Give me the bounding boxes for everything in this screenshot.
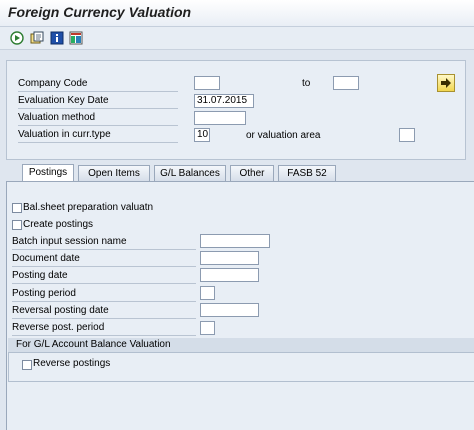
reversal-posting-date-input[interactable] bbox=[200, 303, 259, 317]
tab-fasb-52-label: FASB 52 bbox=[287, 168, 327, 179]
batch-session-name-input[interactable] bbox=[200, 234, 270, 248]
balsheet-prep-checkbox[interactable] bbox=[12, 203, 22, 213]
valuation-curr-type-label: Valuation in curr.type bbox=[18, 128, 178, 143]
execute-icon[interactable] bbox=[10, 31, 24, 45]
reverse-post-period-input[interactable] bbox=[200, 321, 215, 335]
tab-open-items[interactable]: Open Items bbox=[78, 165, 150, 181]
tab-postings[interactable]: Postings bbox=[22, 164, 74, 181]
gl-balance-group-title: For G/L Account Balance Valuation bbox=[16, 339, 171, 350]
tab-other[interactable]: Other bbox=[230, 165, 274, 181]
company-code-to-label: to bbox=[302, 78, 311, 89]
posting-period-input[interactable] bbox=[200, 286, 215, 300]
info-icon[interactable] bbox=[50, 31, 64, 45]
posting-date-input[interactable] bbox=[200, 268, 259, 282]
company-code-label: Company Code bbox=[18, 77, 178, 92]
reversal-posting-date-label: Reversal posting date bbox=[12, 304, 196, 319]
valuation-method-label: Valuation method bbox=[18, 111, 178, 126]
tab-other-label: Other bbox=[239, 168, 265, 179]
tab-fasb-52[interactable]: FASB 52 bbox=[278, 165, 336, 181]
reverse-postings-label: Reverse postings bbox=[33, 358, 111, 369]
posting-period-label: Posting period bbox=[12, 287, 196, 302]
valuation-area-label: or valuation area bbox=[246, 130, 321, 141]
multiple-selection-button[interactable] bbox=[437, 74, 455, 92]
balsheet-prep-label: Bal.sheet preparation valuatn bbox=[23, 202, 154, 213]
batch-session-name-label: Batch input session name bbox=[12, 235, 196, 250]
document-date-label: Document date bbox=[12, 252, 196, 267]
company-code-input[interactable] bbox=[194, 76, 220, 90]
tab-gl-balances-label: G/L Balances bbox=[160, 168, 220, 179]
valuation-curr-type-input[interactable]: 10 bbox=[194, 128, 210, 142]
create-postings-label: Create postings bbox=[23, 219, 94, 230]
company-code-to-input[interactable] bbox=[333, 76, 359, 90]
reverse-post-period-label: Reverse post. period bbox=[12, 321, 196, 336]
page-title: Foreign Currency Valuation bbox=[8, 4, 192, 20]
evaluation-key-date-label: Evaluation Key Date bbox=[18, 94, 178, 109]
evaluation-key-date-input[interactable]: 31.07.2015 bbox=[194, 94, 254, 108]
valuation-method-input[interactable] bbox=[194, 111, 246, 125]
layout-icon[interactable] bbox=[69, 31, 83, 45]
tab-postings-label: Postings bbox=[28, 167, 68, 178]
tab-open-items-label: Open Items bbox=[88, 168, 140, 179]
selection-frame bbox=[6, 60, 466, 160]
document-date-input[interactable] bbox=[200, 251, 259, 265]
tab-gl-balances[interactable]: G/L Balances bbox=[154, 165, 226, 181]
create-postings-checkbox[interactable] bbox=[12, 220, 22, 230]
variant-icon[interactable] bbox=[30, 31, 44, 45]
posting-date-label: Posting date bbox=[12, 269, 196, 284]
arrow-right-icon bbox=[441, 78, 451, 88]
reverse-postings-checkbox[interactable] bbox=[22, 360, 32, 370]
valuation-area-input[interactable] bbox=[399, 128, 415, 142]
